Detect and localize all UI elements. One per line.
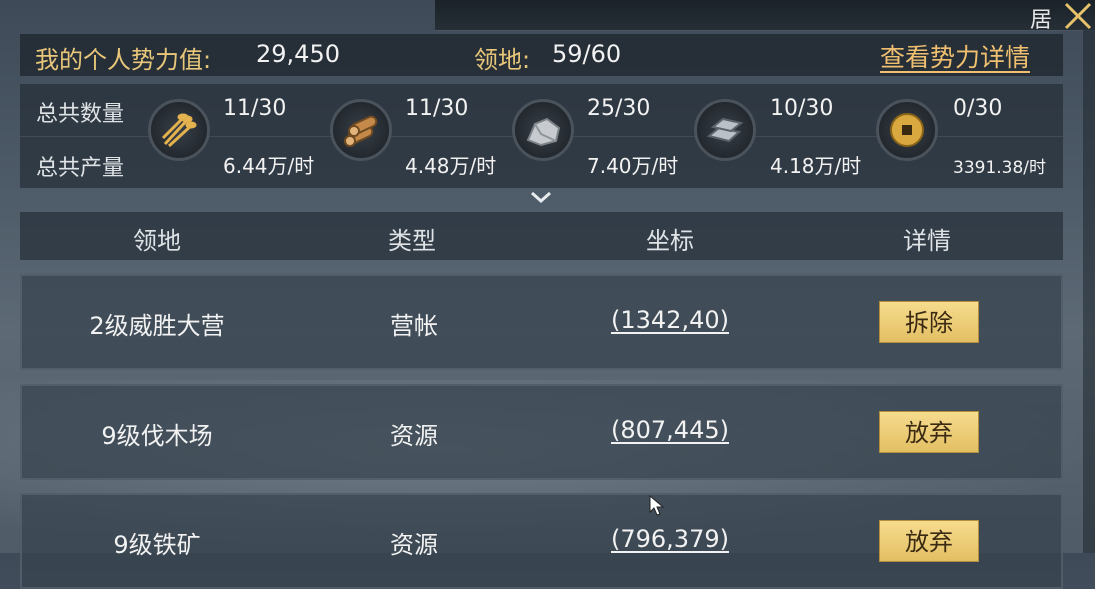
territory-coord-link[interactable]: (1342,40) xyxy=(560,306,780,334)
iron-count: 10/30 xyxy=(770,96,834,121)
coin-rate: 3391.38/时 xyxy=(953,158,1047,178)
top-corner-char: 居 xyxy=(1030,8,1053,33)
territory-value: 59/60 xyxy=(552,40,622,68)
grain-count: 11/30 xyxy=(223,96,287,121)
territory-label: 领地: xyxy=(474,46,531,74)
table-row: 9级伐木场 资源 (807,445) 放弃 xyxy=(20,384,1063,480)
power-summary-bar: 我的个人势力值: 29,450 领地: 59/60 查看势力详情 xyxy=(20,34,1063,76)
col-coordinates: 坐标 xyxy=(646,227,694,255)
total-count-label: 总共数量 xyxy=(36,102,125,127)
scrollbar[interactable] xyxy=(1083,30,1095,553)
territory-type: 营帐 xyxy=(390,312,438,340)
territory-name: 9级铁矿 xyxy=(113,531,201,559)
wood-count: 11/30 xyxy=(405,96,469,121)
territory-name: 2级威胜大营 xyxy=(89,312,225,340)
territory-name: 9级伐木场 xyxy=(101,422,213,450)
iron-rate: 4.18万/时 xyxy=(770,154,862,178)
coin-icon xyxy=(876,99,938,161)
iron-icon xyxy=(694,99,756,161)
wood-rate: 4.48万/时 xyxy=(405,154,497,178)
stone-count: 25/30 xyxy=(587,96,651,121)
abandon-button[interactable]: 放弃 xyxy=(879,411,979,453)
col-territory: 领地 xyxy=(133,227,181,255)
territory-type: 资源 xyxy=(390,531,438,559)
col-type: 类型 xyxy=(388,227,436,255)
territory-table-header: 领地 类型 坐标 详情 xyxy=(20,212,1063,260)
crossed-swords-icon[interactable] xyxy=(1062,0,1095,32)
mouse-cursor-icon xyxy=(649,495,665,516)
view-power-details-link[interactable]: 查看势力详情 xyxy=(880,38,1030,74)
coin-count: 0/30 xyxy=(953,96,1003,121)
table-row: 2级威胜大营 营帐 (1342,40) 拆除 xyxy=(20,274,1063,370)
stone-icon xyxy=(512,99,574,161)
resource-panel: 总共数量 总共产量 11/30 6.44万/时 11/30 4.48万/时 25… xyxy=(20,84,1063,188)
power-label: 我的个人势力值: xyxy=(35,46,212,74)
grain-rate: 6.44万/时 xyxy=(223,154,315,178)
power-value: 29,450 xyxy=(256,40,340,68)
abandon-button[interactable]: 放弃 xyxy=(879,520,979,562)
stone-rate: 7.40万/时 xyxy=(587,154,679,178)
territory-coord-link[interactable]: (807,445) xyxy=(560,416,780,444)
chevron-down-icon[interactable] xyxy=(529,190,553,206)
top-panel-strip xyxy=(435,0,1095,31)
col-details: 详情 xyxy=(903,227,951,255)
wood-icon xyxy=(330,99,392,161)
table-row: 9级铁矿 资源 (796,379) 放弃 xyxy=(20,493,1063,589)
total-output-label: 总共产量 xyxy=(36,156,125,181)
territory-coord-link[interactable]: (796,379) xyxy=(560,525,780,553)
demolish-button[interactable]: 拆除 xyxy=(879,301,979,343)
territory-type: 资源 xyxy=(390,422,438,450)
grain-icon xyxy=(148,99,210,161)
